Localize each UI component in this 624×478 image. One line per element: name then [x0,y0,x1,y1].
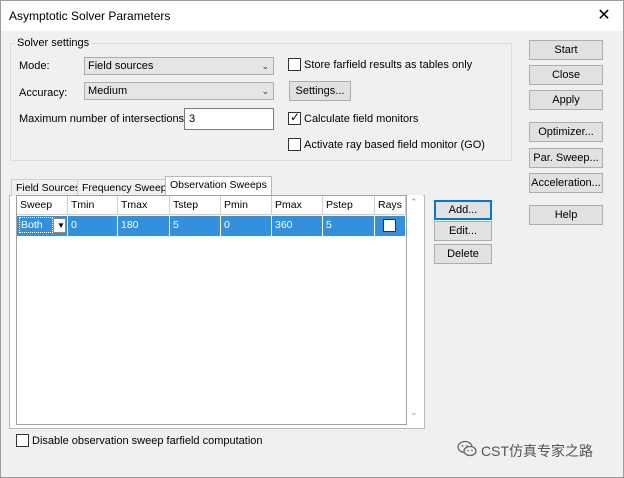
pmax-cell[interactable]: 360 [272,216,323,236]
tab-frequency-sweeps[interactable]: Frequency Sweeps [77,179,177,196]
solver-settings-label: Solver settings [15,37,92,49]
max-intersections-input[interactable]: 3 [184,108,274,130]
observation-sweeps-table: Sweep Tmin Tmax Tstep Pmin Pmax Pstep Ra… [16,195,407,425]
settings-button[interactable]: Settings... [289,81,351,101]
sweep-cell-value: Both [19,217,53,233]
disable-sweep-checkbox[interactable] [16,434,29,447]
tstep-cell[interactable]: 5 [170,216,221,236]
start-button[interactable]: Start [529,40,603,60]
close-button[interactable]: Close [529,65,603,85]
column-header-tstep[interactable]: Tstep [170,196,221,215]
activate-ray-monitor-checkbox[interactable] [288,138,301,151]
rays-cell[interactable] [375,216,406,236]
max-intersections-value: 3 [189,113,196,125]
calculate-field-monitors-checkbox[interactable] [288,110,301,125]
tab-observation-sweeps[interactable]: Observation Sweeps [165,176,272,196]
sweep-dropdown-button[interactable]: ▼ [53,218,66,233]
pstep-cell[interactable]: 5 [323,216,375,236]
disable-sweep-label: Disable observation sweep farfield compu… [32,435,263,447]
scroll-down-icon[interactable]: ⌄ [410,407,418,418]
column-header-tmax[interactable]: Tmax [118,196,170,215]
column-header-pstep[interactable]: Pstep [323,196,375,215]
activate-ray-monitor-label: Activate ray based field monitor (GO) [304,139,485,151]
add-button[interactable]: Add... [434,200,492,220]
wechat-icon [457,440,477,457]
column-header-sweep[interactable]: Sweep [17,196,68,215]
column-header-tmin[interactable]: Tmin [68,196,118,215]
close-icon[interactable]: ✕ [593,5,615,27]
accuracy-select-value: Medium [88,85,128,97]
delete-button[interactable]: Delete [434,244,492,264]
window-title: Asymptotic Solver Parameters [9,9,171,23]
tmin-cell[interactable]: 0 [68,216,118,236]
rays-checkbox[interactable] [383,219,396,232]
table-scrollbar[interactable]: ⌃ ⌄ [407,195,423,425]
acceleration-button[interactable]: Acceleration... [529,173,603,193]
sweep-cell[interactable]: Both ▼ [17,216,68,236]
accuracy-label: Accuracy: [19,87,68,99]
calculate-field-monitors-label: Calculate field monitors [304,113,419,125]
dialog: Asymptotic Solver Parameters ✕ Solver se… [0,0,624,478]
column-header-rays[interactable]: Rays [375,196,406,215]
watermark-text: CST仿真专家之路 [481,443,593,459]
mode-label: Mode: [19,60,50,72]
scroll-up-icon[interactable]: ⌃ [410,197,418,208]
mode-select-value: Field sources [88,60,154,72]
store-farfield-checkbox[interactable] [288,58,301,71]
column-header-pmax[interactable]: Pmax [272,196,323,215]
apply-button[interactable]: Apply [529,90,603,110]
par-sweep-button[interactable]: Par. Sweep... [529,148,603,168]
mode-select[interactable]: Field sources ⌄ [84,57,274,75]
pmin-cell[interactable]: 0 [221,216,272,236]
tab-field-sources[interactable]: Field Sources [11,179,86,196]
help-button[interactable]: Help [529,205,603,225]
store-farfield-label: Store farfield results as tables only [304,59,473,71]
edit-button[interactable]: Edit... [434,221,492,241]
accuracy-select[interactable]: Medium ⌄ [84,82,274,100]
optimizer-button[interactable]: Optimizer... [529,122,603,142]
chevron-down-icon: ⌄ [261,61,269,71]
dropdown-arrow-icon: ▼ [57,221,65,230]
tmax-cell[interactable]: 180 [118,216,170,236]
chevron-down-icon: ⌄ [261,86,269,96]
title-bar: Asymptotic Solver Parameters ✕ [1,1,623,31]
max-intersections-label: Maximum number of intersections: [19,113,188,125]
column-header-pmin[interactable]: Pmin [221,196,272,215]
